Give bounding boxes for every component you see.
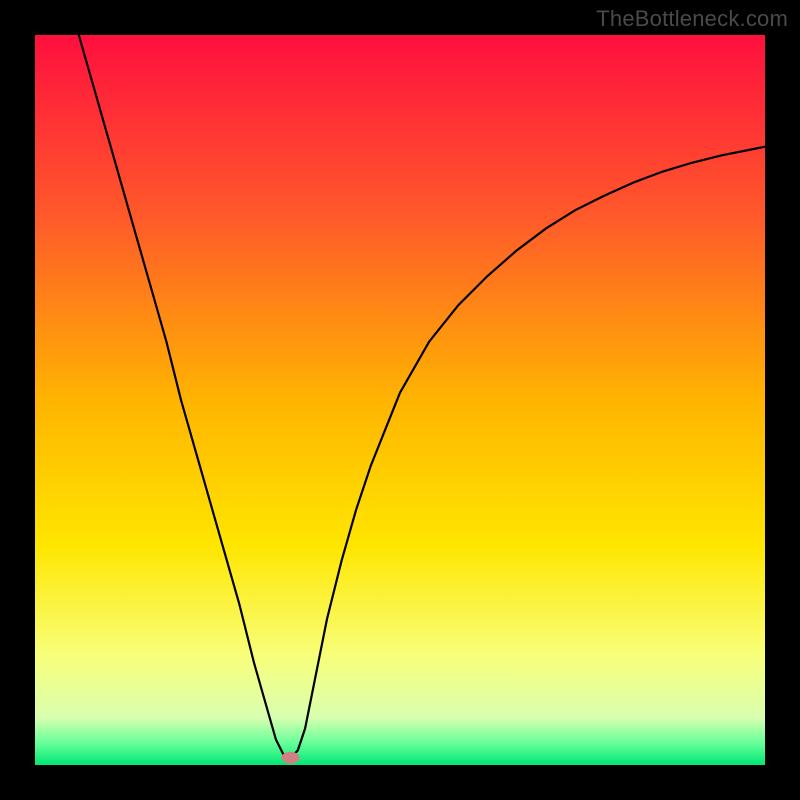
watermark-text: TheBottleneck.com: [596, 6, 788, 32]
plot-background: [35, 35, 765, 765]
chart-frame: TheBottleneck.com: [0, 0, 800, 800]
optimal-point-marker: [282, 752, 300, 764]
bottleneck-chart: [0, 0, 800, 800]
